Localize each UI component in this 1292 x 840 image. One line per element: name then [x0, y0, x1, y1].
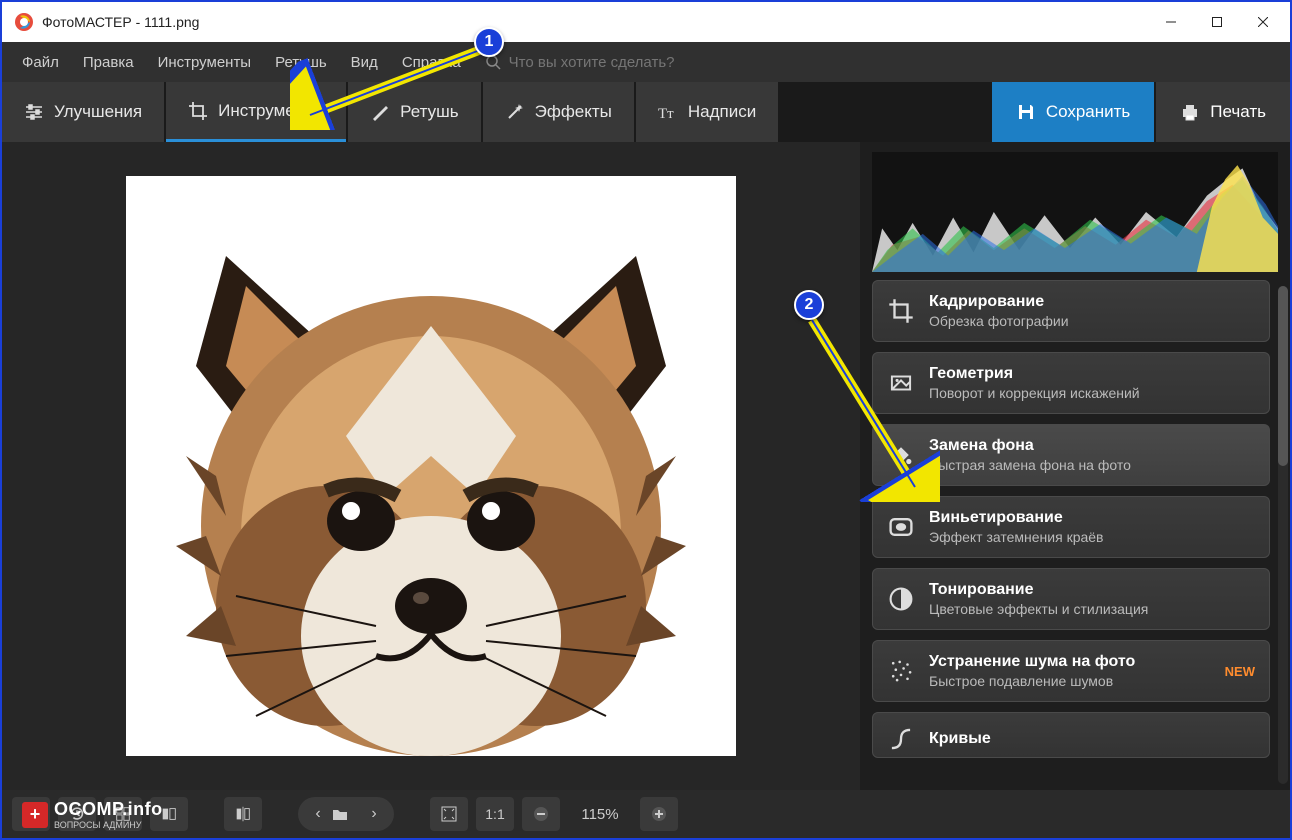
tab-retouch[interactable]: Ретушь	[348, 82, 480, 142]
tab-label: Улучшения	[54, 102, 142, 122]
print-label: Печать	[1210, 102, 1266, 122]
tool-desc: Быстрое подавление шумов	[929, 673, 1211, 689]
callout-2: 2	[794, 290, 824, 320]
fit-screen[interactable]	[430, 797, 468, 831]
tab-effects[interactable]: Эффекты	[483, 82, 634, 142]
tool-denoise[interactable]: Устранение шума на фото Быстрое подавлен…	[872, 640, 1270, 702]
titlebar: ФотоМАСТЕР - 1111.png	[2, 2, 1290, 42]
canvas-area[interactable]	[2, 142, 860, 790]
save-button[interactable]: Сохранить	[992, 82, 1154, 142]
window-controls	[1148, 2, 1286, 42]
menu-edit[interactable]: Правка	[73, 48, 144, 77]
crop-icon	[188, 101, 208, 121]
tab-improvements[interactable]: Улучшения	[2, 82, 164, 142]
app-icon	[14, 12, 34, 32]
tool-title: Кривые	[929, 730, 1255, 748]
text-icon: Tᴛ	[658, 102, 678, 122]
tool-title: Кадрирование	[929, 293, 1255, 311]
save-label: Сохранить	[1046, 102, 1130, 122]
tool-title: Геометрия	[929, 365, 1255, 383]
tool-title: Замена фона	[929, 437, 1255, 455]
canvas-image	[126, 176, 736, 756]
maximize-button[interactable]	[1194, 2, 1240, 42]
watermark-sub: ВОПРОСЫ АДМИНУ	[54, 820, 163, 830]
bucket-icon	[887, 441, 915, 469]
menu-help[interactable]: Справка	[392, 48, 471, 77]
minimize-button[interactable]	[1148, 2, 1194, 42]
scrollbar[interactable]	[1278, 286, 1288, 784]
tool-curves[interactable]: Кривые	[872, 712, 1270, 758]
wand-icon	[505, 102, 525, 122]
tab-label: Надписи	[688, 102, 756, 122]
menu-retouch[interactable]: Ретушь	[265, 48, 337, 77]
tab-tools[interactable]: Инструменты	[166, 82, 346, 142]
file-nav: ‹ ›	[298, 797, 394, 831]
print-icon	[1180, 102, 1200, 122]
zoom-value: 115%	[568, 806, 632, 823]
tool-crop[interactable]: Кадрирование Обрезка фотографии	[872, 280, 1270, 342]
tab-label: Эффекты	[535, 102, 612, 122]
zoom-in[interactable]	[640, 797, 678, 831]
watermark-brand: OCOMP.info	[54, 799, 163, 819]
menubar: Файл Правка Инструменты Ретушь Вид Справ…	[2, 42, 1290, 82]
brush-icon	[370, 102, 390, 122]
callout-1: 1	[474, 27, 504, 57]
menu-tools[interactable]: Инструменты	[148, 48, 262, 77]
window-title: ФотоМАСТЕР - 1111.png	[42, 14, 1148, 30]
tools-list: Кадрирование Обрезка фотографии Геометри…	[860, 280, 1290, 790]
tab-label: Инструменты	[218, 101, 324, 121]
tab-text[interactable]: Tᴛ Надписи	[636, 82, 778, 142]
print-button[interactable]: Печать	[1156, 82, 1290, 142]
toolbar: Улучшения Инструменты Ретушь Эффекты Tᴛ …	[2, 82, 1290, 142]
tool-desc: Обрезка фотографии	[929, 313, 1255, 329]
close-button[interactable]	[1240, 2, 1286, 42]
geometry-icon	[887, 369, 915, 397]
crop-icon	[887, 297, 915, 325]
right-panel: Кадрирование Обрезка фотографии Геометри…	[860, 142, 1290, 790]
histogram[interactable]	[872, 152, 1278, 272]
save-icon	[1016, 102, 1036, 122]
tool-desc: Поворот и коррекция искажений	[929, 385, 1255, 401]
toning-icon	[887, 585, 915, 613]
new-badge: NEW	[1225, 664, 1255, 679]
plus-icon: +	[22, 802, 48, 828]
tool-vignette[interactable]: Виньетирование Эффект затемнения краёв	[872, 496, 1270, 558]
main-area: Кадрирование Обрезка фотографии Геометри…	[2, 142, 1290, 790]
search-input[interactable]	[509, 54, 729, 71]
tool-bg-replace[interactable]: Замена фона Быстрая замена фона на фото	[872, 424, 1270, 486]
statusbar: ‹ › 1:1 115%	[2, 790, 1290, 838]
watermark-text: OCOMP.info ВОПРОСЫ АДМИНУ	[54, 799, 163, 830]
open-file[interactable]	[332, 807, 360, 821]
tool-toning[interactable]: Тонирование Цветовые эффекты и стилизаци…	[872, 568, 1270, 630]
zoom-out[interactable]	[522, 797, 560, 831]
tool-desc: Цветовые эффекты и стилизация	[929, 601, 1255, 617]
watermark: + OCOMP.info ВОПРОСЫ АДМИНУ	[22, 799, 163, 830]
actual-size[interactable]: 1:1	[476, 797, 514, 831]
menu-file[interactable]: Файл	[12, 48, 69, 77]
menu-view[interactable]: Вид	[341, 48, 388, 77]
curves-icon	[887, 725, 915, 753]
tool-title: Виньетирование	[929, 509, 1255, 527]
scrollbar-thumb[interactable]	[1278, 286, 1288, 466]
prev-file[interactable]: ‹	[304, 805, 332, 823]
sliders-icon	[24, 102, 44, 122]
svg-text:Tᴛ: Tᴛ	[658, 106, 674, 122]
tool-desc: Быстрая замена фона на фото	[929, 457, 1255, 473]
tool-geometry[interactable]: Геометрия Поворот и коррекция искажений	[872, 352, 1270, 414]
next-file[interactable]: ›	[360, 805, 388, 823]
tab-label: Ретушь	[400, 102, 458, 122]
tool-title: Устранение шума на фото	[929, 653, 1211, 671]
noise-icon	[887, 657, 915, 685]
search-wrap	[485, 54, 729, 71]
mirror-button[interactable]	[224, 797, 262, 831]
tool-desc: Эффект затемнения краёв	[929, 529, 1255, 545]
vignette-icon	[887, 513, 915, 541]
tool-title: Тонирование	[929, 581, 1255, 599]
